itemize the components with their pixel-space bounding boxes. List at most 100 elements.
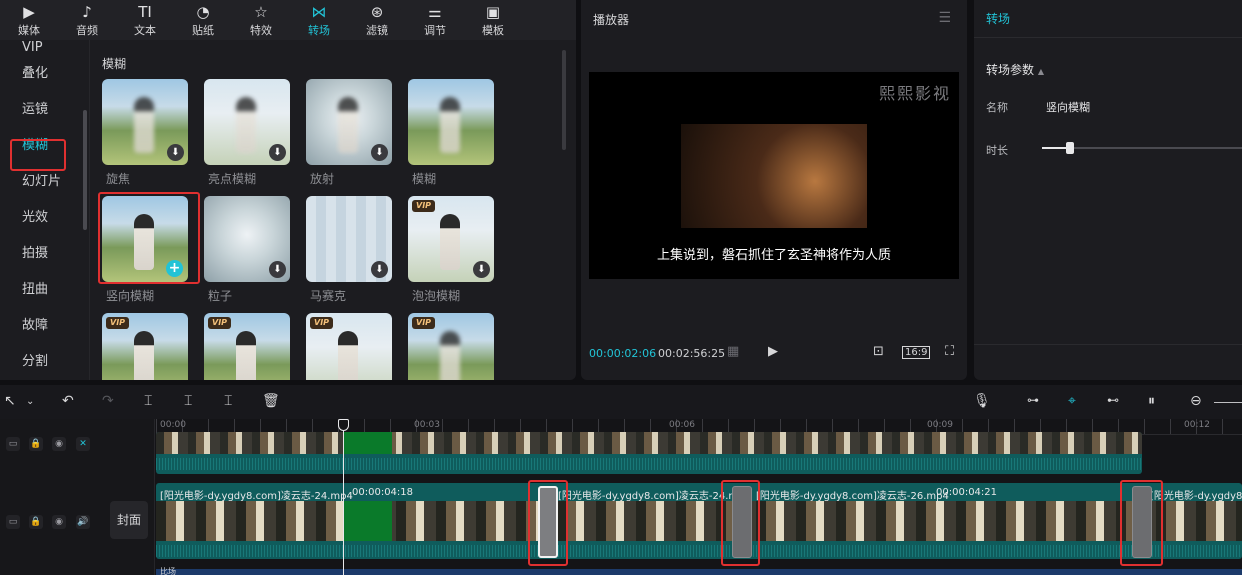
transition-marker[interactable] xyxy=(732,486,752,558)
transition-marker[interactable] xyxy=(1132,486,1152,558)
tab-adjust[interactable]: ⚌ 调节 xyxy=(406,0,464,40)
transition-label: 亮点模糊 xyxy=(208,172,257,186)
clip-duration: 00:00:04:21 xyxy=(936,487,998,498)
lock-icon[interactable]: 🔒 xyxy=(29,515,43,529)
menu-icon[interactable]: ☰ xyxy=(938,10,951,26)
transition-item-selected[interactable]: + 竖向模糊 xyxy=(102,196,190,304)
person-figure xyxy=(440,214,460,270)
tab-audio[interactable]: ♪ 音频 xyxy=(58,0,116,40)
overlay-video-clip[interactable] xyxy=(156,432,1142,474)
fullscreen-icon[interactable]: ⛶ xyxy=(945,344,954,359)
sidebar-item-shoot[interactable]: 拍摄 xyxy=(0,236,89,272)
transition-marker-selected[interactable] xyxy=(538,486,558,558)
sidebar-item-dissolve[interactable]: 叠化 xyxy=(0,56,89,92)
transition-label: 粒子 xyxy=(208,289,233,303)
microphone-icon[interactable]: 🎙 xyxy=(973,393,991,409)
preview-screen[interactable]: 熙熙影视 上集说到，磐石抓住了玄圣神将作为人质 xyxy=(589,72,959,279)
lock-icon[interactable]: 🔒 xyxy=(29,437,43,451)
redo-icon[interactable]: ↷ xyxy=(102,393,114,409)
vip-badge: VIP xyxy=(208,317,232,329)
transition-item[interactable]: ⬇ 马赛克 xyxy=(306,196,394,304)
sidebar-item-light[interactable]: 光效 xyxy=(0,200,89,236)
video-editor-window: ▶ 媒体 ♪ 音频 TI 文本 ◔ 贴纸 ☆ 特效 ⋈ 转场 ⊛ 滤镜 ⚌ 调节 ▣ 模板 VIP… xyxy=(0,0,1242,575)
transition-thumbnail: ⬇ xyxy=(204,196,290,282)
sidebar-item-split[interactable]: 分割 xyxy=(0,344,89,380)
vip-badge: VIP xyxy=(412,317,436,329)
properties-footer xyxy=(974,344,1242,380)
trim-left-icon[interactable]: ⌶ xyxy=(184,393,192,409)
main-track-link-icon[interactable]: ⊶ xyxy=(1027,393,1039,407)
gallery-scrollbar[interactable] xyxy=(562,50,566,150)
transition-label: 竖向模糊 xyxy=(106,289,155,303)
timeline-toolbar: ↖ ⌄ ↶ ↷ ⌶ ⌶ ⌶ 🗑 🎙 ⊶ ⌖ ⊷ ⏸ ⊖ xyxy=(0,385,1242,419)
tab-filter[interactable]: ⊛ 滤镜 xyxy=(348,0,406,40)
tab-text[interactable]: TI 文本 xyxy=(116,0,174,40)
sidebar-item-camera-move[interactable]: 运镜 xyxy=(0,92,89,128)
snap-icon[interactable]: ⌖ xyxy=(1068,393,1076,409)
sidebar-item-blur[interactable]: 模糊 xyxy=(0,128,89,164)
transition-item[interactable]: ⬇ 亮点模糊 xyxy=(204,79,292,187)
zoom-out-icon[interactable]: ⊖ xyxy=(1190,393,1202,409)
cover-button[interactable]: 封面 xyxy=(110,501,148,539)
playhead[interactable] xyxy=(338,419,349,575)
download-icon[interactable]: ⬇ xyxy=(371,261,388,278)
ruler-tick: 00:06 xyxy=(669,420,695,430)
add-icon[interactable]: + xyxy=(166,260,183,277)
download-icon[interactable]: ⬇ xyxy=(167,144,184,161)
tab-label: 贴纸 xyxy=(192,24,214,37)
sidebar-scrollbar[interactable] xyxy=(83,110,87,230)
transition-item[interactable]: VIP xyxy=(102,313,190,380)
transition-params-title[interactable]: 转场参数 ▲ xyxy=(986,61,1044,78)
tab-label: 媒体 xyxy=(18,24,40,37)
delete-icon[interactable]: 🗑 xyxy=(262,393,280,409)
sidebar-item-slideshow[interactable]: 幻灯片 xyxy=(0,164,89,200)
play-button[interactable]: ▶ xyxy=(768,344,778,359)
transition-gallery: 模糊 ⬇ 旋焦 ⬇ 亮点模糊 ⬇ 放射 模糊 + 竖向模糊 ⬇ 粒子 ⬇ 马赛克… xyxy=(90,40,576,380)
main-video-track[interactable]: [阳光电影-dy.ygdy8.com]凌云志-24.mp4 00:00:04:1… xyxy=(156,483,1242,559)
person-figure xyxy=(134,214,154,270)
aspect-ratio-button[interactable]: 16:9 xyxy=(902,346,931,359)
download-icon[interactable]: ⬇ xyxy=(269,144,286,161)
transition-item[interactable]: ⬇ 旋焦 xyxy=(102,79,190,187)
vip-badge: VIP xyxy=(412,200,436,212)
collapse-icon: ▲ xyxy=(1037,67,1044,76)
fit-screen-icon[interactable]: ⊡ xyxy=(873,344,884,359)
duration-slider[interactable] xyxy=(1042,142,1242,154)
slider-handle[interactable] xyxy=(1066,142,1074,154)
volume-icon[interactable]: 🔊 xyxy=(76,515,90,529)
vip-badge: VIP xyxy=(310,317,334,329)
transition-item[interactable]: VIP ⬇ 泡泡模糊 xyxy=(408,196,496,304)
grid-icon[interactable]: ▦ xyxy=(727,344,739,359)
clip-name: [阳光电影-dy.ygdy8.com]凌云志-26.mp4 xyxy=(756,491,949,502)
download-icon[interactable]: ⬇ xyxy=(269,261,286,278)
transition-item[interactable]: VIP xyxy=(204,313,292,380)
download-icon[interactable]: ⬇ xyxy=(371,144,388,161)
transition-item[interactable]: 模糊 xyxy=(408,79,496,187)
undo-icon[interactable]: ↶ xyxy=(62,393,74,409)
link-icon[interactable]: ⊷ xyxy=(1107,393,1119,407)
playhead-handle[interactable] xyxy=(338,419,349,431)
transition-item[interactable]: ⬇ 粒子 xyxy=(204,196,292,304)
download-icon[interactable]: ⬇ xyxy=(473,261,490,278)
mute-icon[interactable]: ✕ xyxy=(76,437,90,451)
tab-template[interactable]: ▣ 模板 xyxy=(464,0,522,40)
tab-transition[interactable]: ⋈ 转场 xyxy=(290,0,348,40)
tab-media[interactable]: ▶ 媒体 xyxy=(0,0,58,40)
zoom-slider[interactable] xyxy=(1214,402,1242,403)
tab-sticker[interactable]: ◔ 贴纸 xyxy=(174,0,232,40)
eye-icon[interactable]: ◉ xyxy=(52,437,66,451)
preview-axis-icon[interactable]: ⏸ xyxy=(1148,393,1155,409)
eye-icon[interactable]: ◉ xyxy=(52,515,66,529)
trim-right-icon[interactable]: ⌶ xyxy=(224,393,232,409)
chevron-down-icon[interactable]: ⌄ xyxy=(26,396,34,407)
transition-item[interactable]: VIP xyxy=(306,313,394,380)
sidebar-item-vip[interactable]: VIP xyxy=(0,40,89,56)
sidebar-item-distort[interactable]: 扭曲 xyxy=(0,272,89,308)
transition-item[interactable]: ⬇ 放射 xyxy=(306,79,394,187)
transition-item[interactable]: VIP xyxy=(408,313,496,380)
tab-effects[interactable]: ☆ 特效 xyxy=(232,0,290,40)
split-icon[interactable]: ⌶ xyxy=(144,393,152,409)
sidebar-item-glitch[interactable]: 故障 xyxy=(0,308,89,344)
select-tool-icon[interactable]: ↖ xyxy=(4,393,16,409)
transition-track[interactable]: 比场 xyxy=(156,567,1242,575)
